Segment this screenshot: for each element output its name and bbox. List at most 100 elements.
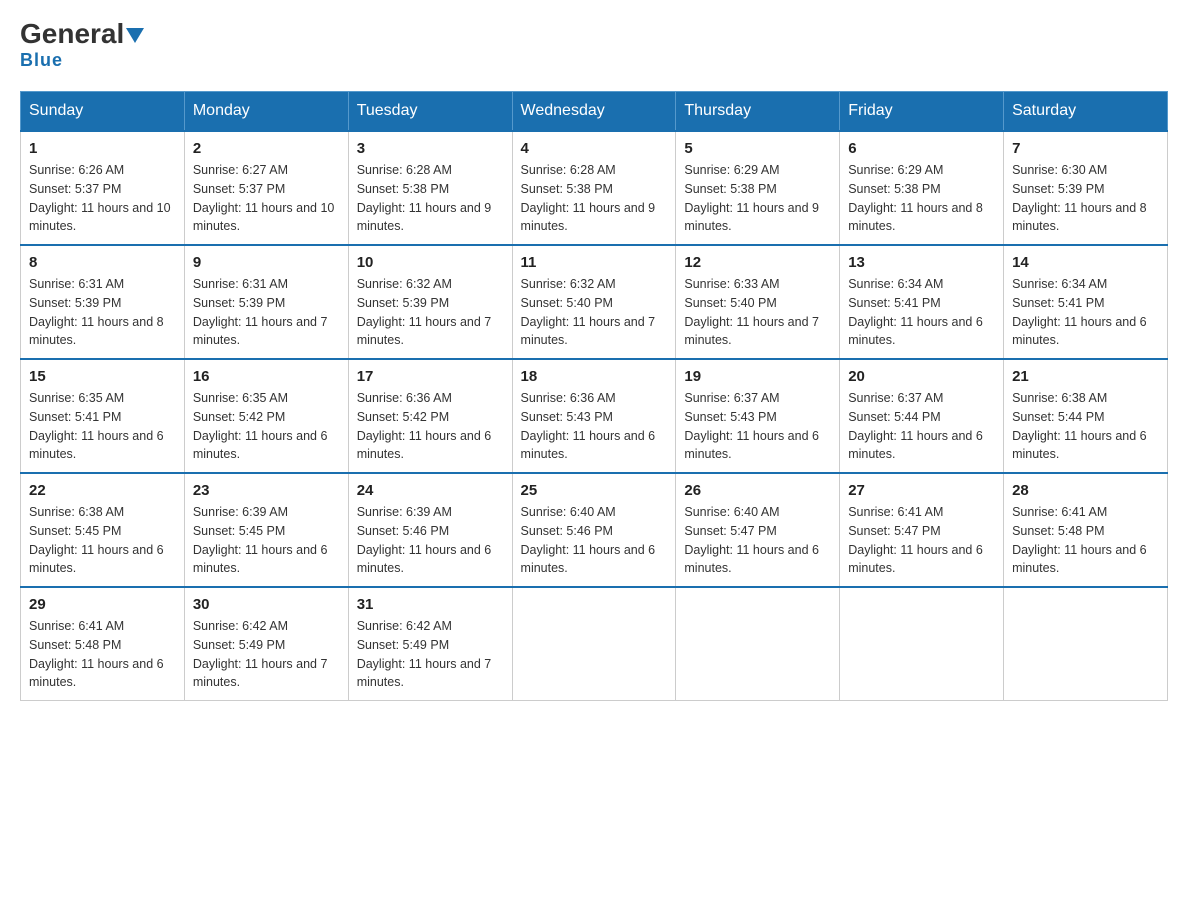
calendar-day-cell: 22 Sunrise: 6:38 AMSunset: 5:45 PMDayligh… (21, 473, 185, 587)
day-info: Sunrise: 6:36 AMSunset: 5:43 PMDaylight:… (521, 389, 668, 464)
day-number: 30 (193, 596, 340, 613)
calendar-day-cell: 28 Sunrise: 6:41 AMSunset: 5:48 PMDayligh… (1004, 473, 1168, 587)
calendar-day-cell: 4 Sunrise: 6:28 AMSunset: 5:38 PMDaylight… (512, 131, 676, 245)
day-info: Sunrise: 6:38 AMSunset: 5:44 PMDaylight:… (1012, 389, 1159, 464)
day-number: 10 (357, 254, 504, 271)
calendar-day-cell: 17 Sunrise: 6:36 AMSunset: 5:42 PMDayligh… (348, 359, 512, 473)
weekday-header-saturday: Saturday (1004, 92, 1168, 132)
day-info: Sunrise: 6:40 AMSunset: 5:47 PMDaylight:… (684, 503, 831, 578)
day-info: Sunrise: 6:41 AMSunset: 5:48 PMDaylight:… (1012, 503, 1159, 578)
calendar-day-cell: 14Sunrise: 6:34 AMSunset: 5:41 PMDayligh… (1004, 245, 1168, 359)
day-info: Sunrise: 6:29 AMSunset: 5:38 PMDaylight:… (848, 161, 995, 236)
page-header: General Blue (20, 20, 1168, 71)
day-number: 6 (848, 140, 995, 157)
day-info: Sunrise: 6:32 AMSunset: 5:40 PMDaylight:… (521, 275, 668, 350)
calendar-day-cell: 23 Sunrise: 6:39 AMSunset: 5:45 PMDayligh… (184, 473, 348, 587)
calendar-day-cell: 13Sunrise: 6:34 AMSunset: 5:41 PMDayligh… (840, 245, 1004, 359)
day-number: 20 (848, 368, 995, 385)
day-info: Sunrise: 6:40 AMSunset: 5:46 PMDaylight:… (521, 503, 668, 578)
calendar-day-cell (1004, 587, 1168, 701)
calendar-table: SundayMondayTuesdayWednesdayThursdayFrid… (20, 91, 1168, 701)
calendar-day-cell: 29Sunrise: 6:41 AMSunset: 5:48 PMDayligh… (21, 587, 185, 701)
day-number: 29 (29, 596, 176, 613)
day-number: 28 (1012, 482, 1159, 499)
logo-blue-text: Blue (20, 50, 63, 71)
day-info: Sunrise: 6:31 AMSunset: 5:39 PMDaylight:… (193, 275, 340, 350)
day-number: 31 (357, 596, 504, 613)
day-number: 1 (29, 140, 176, 157)
day-info: Sunrise: 6:35 AMSunset: 5:42 PMDaylight:… (193, 389, 340, 464)
day-info: Sunrise: 6:32 AMSunset: 5:39 PMDaylight:… (357, 275, 504, 350)
day-number: 24 (357, 482, 504, 499)
weekday-header-monday: Monday (184, 92, 348, 132)
calendar-day-cell: 6 Sunrise: 6:29 AMSunset: 5:38 PMDaylight… (840, 131, 1004, 245)
day-number: 25 (521, 482, 668, 499)
weekday-header-sunday: Sunday (21, 92, 185, 132)
calendar-week-row: 22 Sunrise: 6:38 AMSunset: 5:45 PMDayligh… (21, 473, 1168, 587)
day-info: Sunrise: 6:28 AMSunset: 5:38 PMDaylight:… (521, 161, 668, 236)
logo: General Blue (20, 20, 144, 71)
day-number: 11 (521, 254, 668, 271)
day-info: Sunrise: 6:33 AMSunset: 5:40 PMDaylight:… (684, 275, 831, 350)
day-number: 26 (684, 482, 831, 499)
day-number: 19 (684, 368, 831, 385)
calendar-day-cell: 2 Sunrise: 6:27 AMSunset: 5:37 PMDaylight… (184, 131, 348, 245)
day-info: Sunrise: 6:27 AMSunset: 5:37 PMDaylight:… (193, 161, 340, 236)
logo-text: General (20, 20, 144, 48)
calendar-day-cell: 3Sunrise: 6:28 AMSunset: 5:38 PMDaylight… (348, 131, 512, 245)
day-info: Sunrise: 6:31 AMSunset: 5:39 PMDaylight:… (29, 275, 176, 350)
calendar-day-cell: 27 Sunrise: 6:41 AMSunset: 5:47 PMDayligh… (840, 473, 1004, 587)
calendar-day-cell: 1 Sunrise: 6:26 AMSunset: 5:37 PMDaylight… (21, 131, 185, 245)
calendar-day-cell: 26 Sunrise: 6:40 AMSunset: 5:47 PMDayligh… (676, 473, 840, 587)
calendar-day-cell: 19 Sunrise: 6:37 AMSunset: 5:43 PMDayligh… (676, 359, 840, 473)
calendar-day-cell: 8 Sunrise: 6:31 AMSunset: 5:39 PMDaylight… (21, 245, 185, 359)
calendar-day-cell: 21Sunrise: 6:38 AMSunset: 5:44 PMDayligh… (1004, 359, 1168, 473)
day-number: 3 (357, 140, 504, 157)
calendar-day-cell: 11 Sunrise: 6:32 AMSunset: 5:40 PMDayligh… (512, 245, 676, 359)
day-info: Sunrise: 6:39 AMSunset: 5:45 PMDaylight:… (193, 503, 340, 578)
calendar-day-cell: 25 Sunrise: 6:40 AMSunset: 5:46 PMDayligh… (512, 473, 676, 587)
day-info: Sunrise: 6:37 AMSunset: 5:44 PMDaylight:… (848, 389, 995, 464)
calendar-day-cell: 16 Sunrise: 6:35 AMSunset: 5:42 PMDayligh… (184, 359, 348, 473)
calendar-week-row: 8 Sunrise: 6:31 AMSunset: 5:39 PMDaylight… (21, 245, 1168, 359)
day-info: Sunrise: 6:29 AMSunset: 5:38 PMDaylight:… (684, 161, 831, 236)
calendar-day-cell: 30 Sunrise: 6:42 AMSunset: 5:49 PMDayligh… (184, 587, 348, 701)
calendar-week-row: 15Sunrise: 6:35 AMSunset: 5:41 PMDayligh… (21, 359, 1168, 473)
day-info: Sunrise: 6:26 AMSunset: 5:37 PMDaylight:… (29, 161, 176, 236)
day-number: 27 (848, 482, 995, 499)
day-info: Sunrise: 6:41 AMSunset: 5:47 PMDaylight:… (848, 503, 995, 578)
day-info: Sunrise: 6:36 AMSunset: 5:42 PMDaylight:… (357, 389, 504, 464)
calendar-day-cell (512, 587, 676, 701)
calendar-day-cell: 31 Sunrise: 6:42 AMSunset: 5:49 PMDayligh… (348, 587, 512, 701)
calendar-day-cell (840, 587, 1004, 701)
day-info: Sunrise: 6:42 AMSunset: 5:49 PMDaylight:… (357, 617, 504, 692)
day-number: 17 (357, 368, 504, 385)
day-number: 22 (29, 482, 176, 499)
calendar-week-row: 29Sunrise: 6:41 AMSunset: 5:48 PMDayligh… (21, 587, 1168, 701)
calendar-day-cell: 15Sunrise: 6:35 AMSunset: 5:41 PMDayligh… (21, 359, 185, 473)
day-number: 18 (521, 368, 668, 385)
day-number: 4 (521, 140, 668, 157)
calendar-day-cell: 5Sunrise: 6:29 AMSunset: 5:38 PMDaylight… (676, 131, 840, 245)
day-number: 2 (193, 140, 340, 157)
day-number: 8 (29, 254, 176, 271)
weekday-header-friday: Friday (840, 92, 1004, 132)
calendar-week-row: 1 Sunrise: 6:26 AMSunset: 5:37 PMDaylight… (21, 131, 1168, 245)
day-info: Sunrise: 6:34 AMSunset: 5:41 PMDaylight:… (1012, 275, 1159, 350)
day-info: Sunrise: 6:37 AMSunset: 5:43 PMDaylight:… (684, 389, 831, 464)
calendar-day-cell: 20 Sunrise: 6:37 AMSunset: 5:44 PMDayligh… (840, 359, 1004, 473)
day-info: Sunrise: 6:38 AMSunset: 5:45 PMDaylight:… (29, 503, 176, 578)
day-number: 23 (193, 482, 340, 499)
weekday-header-tuesday: Tuesday (348, 92, 512, 132)
day-number: 16 (193, 368, 340, 385)
calendar-day-cell: 7Sunrise: 6:30 AMSunset: 5:39 PMDaylight… (1004, 131, 1168, 245)
weekday-header-wednesday: Wednesday (512, 92, 676, 132)
day-number: 7 (1012, 140, 1159, 157)
calendar-day-cell: 9Sunrise: 6:31 AMSunset: 5:39 PMDaylight… (184, 245, 348, 359)
weekday-header-row: SundayMondayTuesdayWednesdayThursdayFrid… (21, 92, 1168, 132)
calendar-day-cell (676, 587, 840, 701)
day-info: Sunrise: 6:42 AMSunset: 5:49 PMDaylight:… (193, 617, 340, 692)
day-info: Sunrise: 6:34 AMSunset: 5:41 PMDaylight:… (848, 275, 995, 350)
calendar-day-cell: 24Sunrise: 6:39 AMSunset: 5:46 PMDayligh… (348, 473, 512, 587)
calendar-day-cell: 12Sunrise: 6:33 AMSunset: 5:40 PMDayligh… (676, 245, 840, 359)
